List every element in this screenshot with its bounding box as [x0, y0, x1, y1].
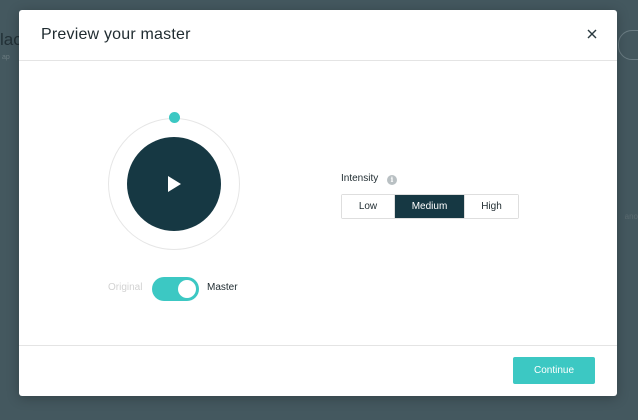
intensity-option-medium[interactable]: Medium	[395, 195, 464, 218]
background-pill	[618, 30, 638, 60]
info-icon[interactable]: i	[387, 175, 397, 185]
intensity-selector: Low Medium High	[341, 194, 519, 219]
modal-footer: Continue	[19, 345, 617, 396]
progress-handle[interactable]	[169, 112, 180, 123]
background-subtitle-fragment: ap	[2, 54, 10, 61]
close-icon[interactable]	[585, 27, 599, 41]
toggle-label-master[interactable]: Master	[207, 282, 238, 293]
continue-button[interactable]: Continue	[513, 357, 595, 384]
play-button[interactable]	[127, 137, 221, 231]
modal-title: Preview your master	[41, 26, 191, 43]
master-toggle[interactable]	[152, 277, 199, 301]
toggle-knob	[178, 280, 196, 298]
intensity-option-low[interactable]: Low	[342, 195, 395, 218]
modal-header: Preview your master	[19, 10, 617, 61]
preview-modal: Preview your master Original Master Inte…	[19, 10, 617, 396]
background-text-fragment: ano	[624, 212, 638, 221]
toggle-label-original[interactable]: Original	[108, 282, 142, 293]
intensity-option-high[interactable]: High	[464, 195, 518, 218]
intensity-label: Intensity	[341, 173, 379, 184]
play-icon	[168, 176, 181, 192]
